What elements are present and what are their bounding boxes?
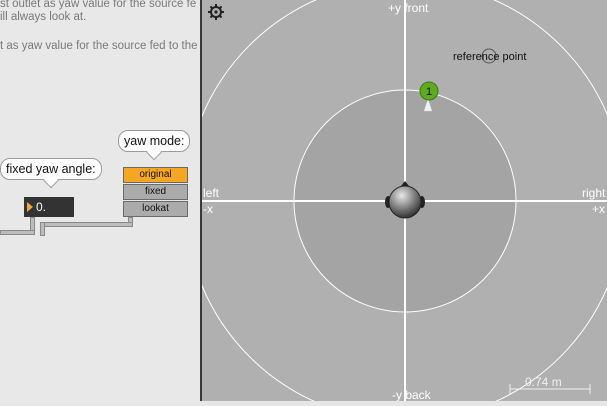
right-axis-label: right <box>582 186 606 200</box>
right-axis-sublabel: +x <box>592 202 605 216</box>
patcher-panel: st outlet as yaw value for the source fe… <box>0 0 201 401</box>
bottom-axis-label: -y back <box>392 388 432 401</box>
tab-original[interactable]: original <box>123 167 188 183</box>
yaw-mode-label: yaw mode: <box>118 130 191 161</box>
patch-cord[interactable] <box>0 230 35 235</box>
yaw-number-value: 0. <box>36 200 47 214</box>
left-axis-sublabel: -x <box>203 202 213 216</box>
patch-cord[interactable] <box>40 222 45 236</box>
help-comment-line-3: t as yaw value for the source fed to the <box>0 40 198 52</box>
fixed-yaw-angle-label: fixed yaw angle: <box>0 158 102 189</box>
top-axis-label: +y front <box>388 1 429 15</box>
left-axis-label: left <box>203 186 220 200</box>
spat-canvas[interactable]: +y front -y back left -x right +x refere… <box>184 0 607 406</box>
tab-lookat[interactable]: lookat <box>123 201 188 217</box>
number-box-arrow-icon <box>27 202 33 212</box>
help-comment-line-1: st outlet as yaw value for the source fe <box>0 0 197 10</box>
spat-viewer[interactable]: +y front -y back left -x right +x refere… <box>184 0 607 406</box>
scale-label: 0.74 m <box>525 375 562 389</box>
reference-point-label: reference point <box>453 51 526 63</box>
yaw-number-box[interactable]: 0. <box>24 197 74 217</box>
tab-fixed[interactable]: fixed <box>123 184 188 200</box>
help-comment-line-2: ill always look at. <box>0 11 87 23</box>
patch-cord[interactable] <box>40 222 133 227</box>
source-1-number: 1 <box>426 86 432 98</box>
